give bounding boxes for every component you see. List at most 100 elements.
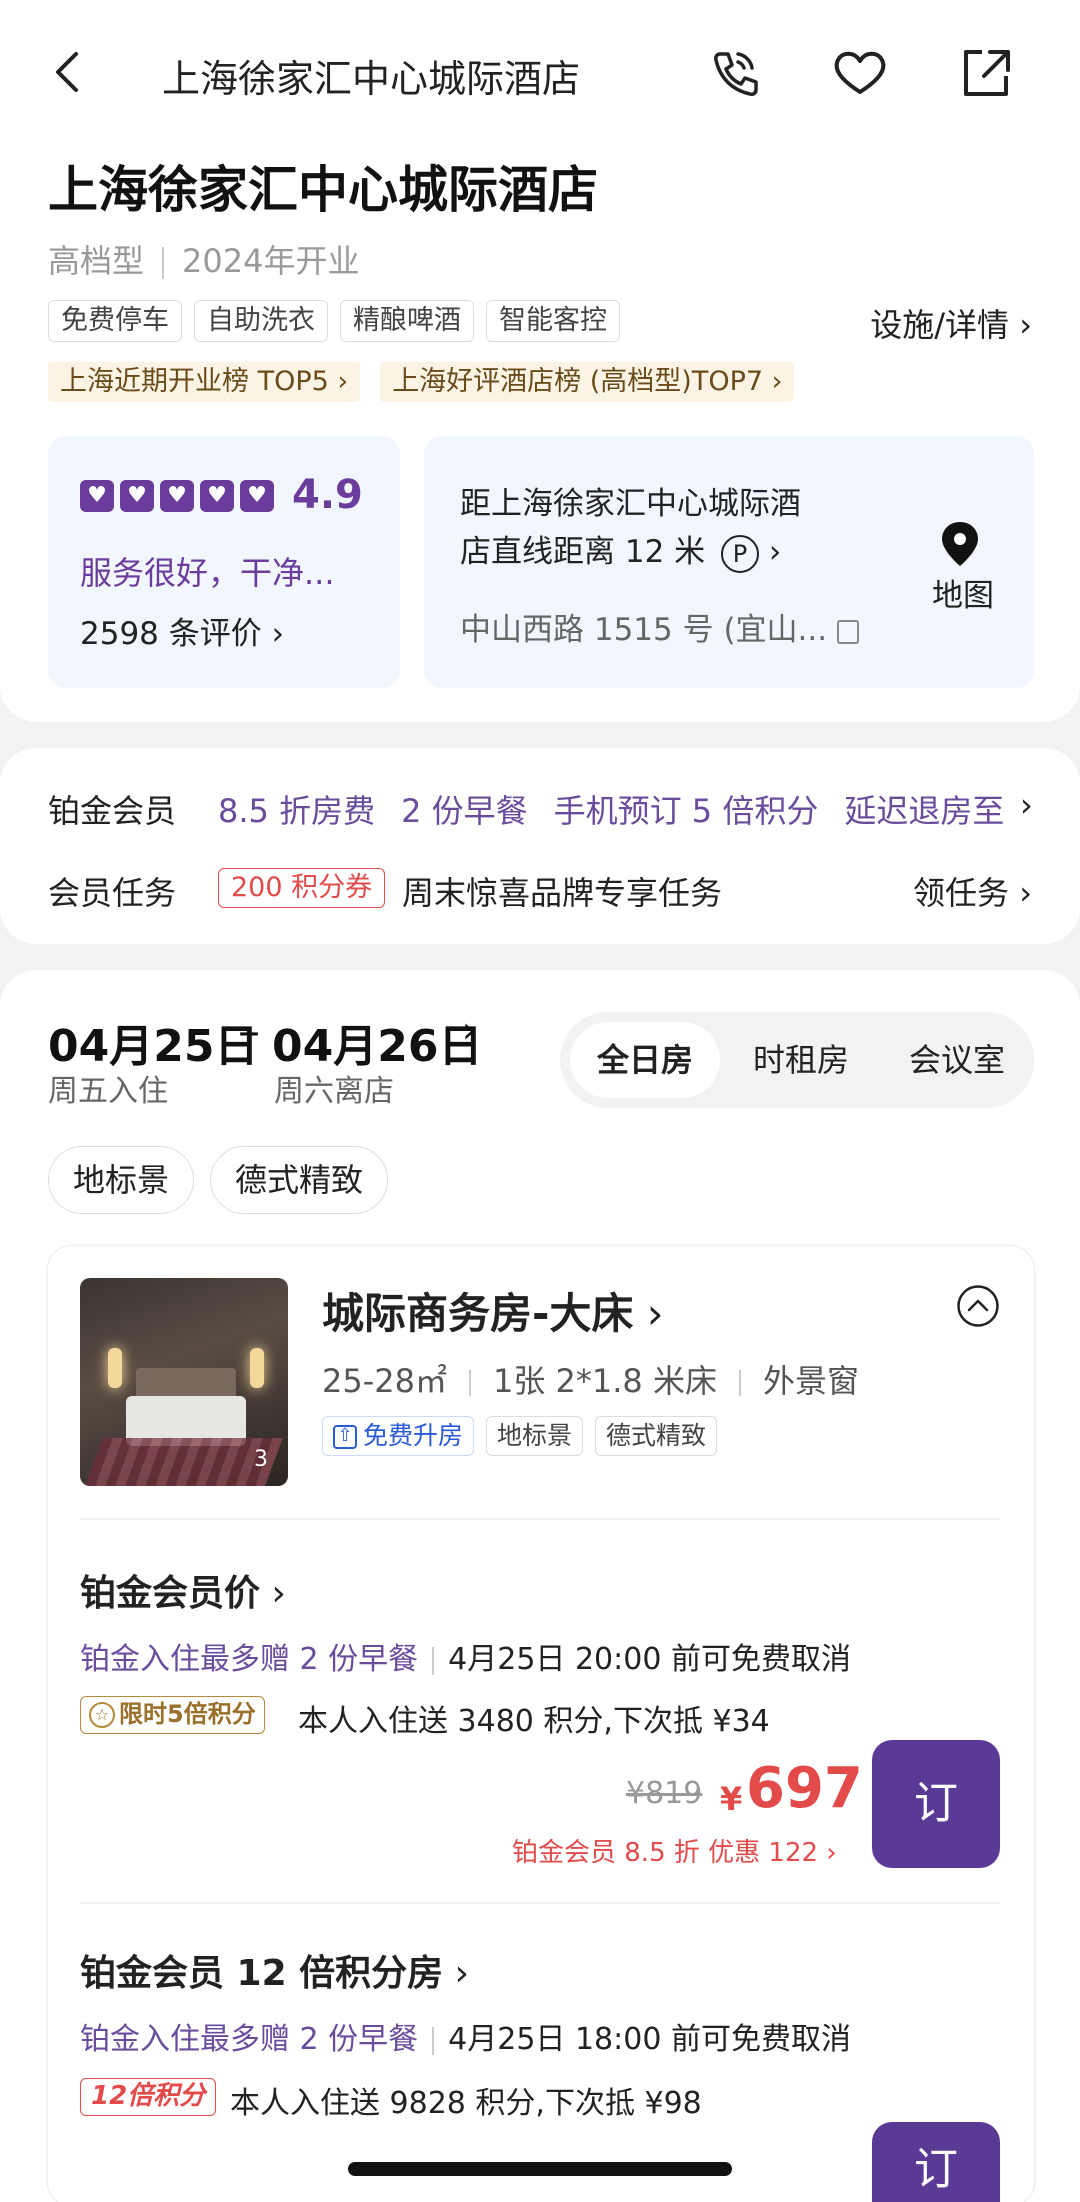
- checkout-day: 周六离店: [274, 1074, 394, 1109]
- filter-chip-landmark[interactable]: 地标景: [48, 1146, 195, 1214]
- facility-tag: 免费停车: [48, 300, 182, 342]
- chevron-right-icon[interactable]: ›: [462, 1010, 476, 1051]
- badge-label: 限时5倍积分: [119, 1700, 256, 1728]
- chevron-right-icon: ›: [763, 366, 783, 397]
- tab-meeting-room[interactable]: 会议室: [882, 1022, 1032, 1098]
- map-pin-icon[interactable]: [930, 516, 990, 576]
- chevron-right-icon: ›: [818, 1838, 837, 1868]
- chevron-right-icon[interactable]: ›: [1020, 786, 1033, 824]
- home-indicator[interactable]: [348, 2162, 732, 2176]
- claim-task-link[interactable]: 领任务 ›: [913, 868, 1032, 914]
- distance-line-2: 店直线距离 12 米: [460, 534, 706, 570]
- ranking-label: 上海近期开业榜 TOP5: [60, 366, 329, 397]
- room-specs: 25-28㎡ 1张 2*1.8 米床 外景窗: [322, 1356, 859, 1402]
- heart-icon: ♥: [240, 480, 274, 512]
- benefit-item: 8.5 折房费: [218, 792, 376, 830]
- points-reward-text: 本人入住送 9828 积分,下次抵 ¥98: [230, 2086, 702, 2121]
- chevron-right-icon: ›: [633, 1289, 664, 1338]
- share-icon[interactable]: [954, 40, 1018, 104]
- facility-details-link[interactable]: 设施/详情 ›: [870, 300, 1032, 346]
- points-reward-text: 本人入住送 3480 积分,下次抵 ¥34: [298, 1704, 770, 1739]
- room-name: 城际商务房-大床: [322, 1289, 634, 1338]
- upgrade-icon: ⇧: [333, 1425, 357, 1449]
- book-button[interactable]: 订: [872, 2122, 1000, 2202]
- divider: [162, 247, 165, 279]
- tab-hourly[interactable]: 时租房: [726, 1022, 876, 1098]
- copy-icon[interactable]: [836, 619, 859, 644]
- heart-icon: ♥: [80, 480, 114, 512]
- divider: [80, 1902, 1000, 1904]
- currency-symbol: ¥: [720, 1780, 743, 1818]
- chevron-right-icon: ›: [260, 1573, 286, 1614]
- rating-score: 4.9: [292, 472, 363, 518]
- facility-tags: 免费停车 自助洗衣 精酿啤酒 智能客控: [48, 300, 620, 342]
- review-count-link[interactable]: 2598 条评价 ›: [80, 608, 284, 653]
- chevron-right-icon: ›: [261, 616, 285, 652]
- hotel-opened: 2024年开业: [182, 242, 360, 280]
- divider: [432, 1646, 435, 1675]
- distance-line-1: 距上海徐家汇中心城际酒: [460, 486, 801, 522]
- benefit-item: 2 份早餐: [401, 792, 528, 830]
- ranking-label: 上海好评酒店榜 (高档型)TOP7: [392, 366, 764, 397]
- points-coupon-badge: 200 积分券: [218, 868, 386, 908]
- rate-plan-title[interactable]: 铂金会员 12 倍积分房 ›: [80, 1944, 469, 1996]
- location-box[interactable]: 距上海徐家汇中心城际酒 店直线距离 12 米 P › 中山西路 1515 号 (…: [424, 436, 1034, 688]
- ranking-badge[interactable]: 上海好评酒店榜 (高档型)TOP7 ›: [380, 362, 795, 402]
- room-window: 外景窗: [762, 1362, 859, 1400]
- date-dash: –: [238, 1006, 260, 1057]
- rate-policy: 铂金入住最多赠 2 份早餐 4月25日 20:00 前可免费取消: [80, 1634, 851, 1678]
- room-bed: 1张 2*1.8 米床: [493, 1362, 717, 1400]
- divider: [80, 1518, 1000, 1520]
- book-button[interactable]: 订: [872, 1740, 1000, 1868]
- divider: [738, 1370, 741, 1396]
- heart-icon[interactable]: [828, 40, 892, 104]
- heart-icon: ♥: [200, 480, 234, 512]
- benefit-item: 手机预订 5 倍积分: [553, 792, 819, 830]
- benefit-item: 延迟退房至: [844, 792, 1005, 830]
- facility-details-label: 设施/详情: [870, 306, 1010, 344]
- rating-summary: 服务很好，干净...: [80, 554, 335, 592]
- collapse-icon[interactable]: [956, 1284, 1000, 1328]
- ranking-badge[interactable]: 上海近期开业榜 TOP5 ›: [48, 362, 361, 402]
- address-text: 中山西路 1515 号 (宜山...: [460, 612, 828, 648]
- discount-info[interactable]: 铂金会员 8.5 折 优惠 122 ›: [512, 1832, 837, 1869]
- room-tags: ⇧ 免费升房 地标景 德式精致: [322, 1416, 718, 1456]
- room-name-link[interactable]: 城际商务房-大床 ›: [322, 1280, 664, 1341]
- chevron-right-icon: ›: [328, 366, 349, 397]
- review-count: 2598 条评价: [80, 616, 262, 652]
- member-card: [0, 748, 1080, 944]
- nav-title: 上海徐家汇中心城际酒店: [162, 57, 581, 101]
- checkin-day: 周五入住: [48, 1074, 168, 1109]
- rating-box[interactable]: ♥ ♥ ♥ ♥ ♥ 4.9 服务很好，干净... 2598 条评价 ›: [48, 436, 400, 688]
- map-label[interactable]: 地图: [932, 570, 994, 615]
- rate-plan-title[interactable]: 铂金会员价 ›: [80, 1564, 286, 1616]
- checkout-date[interactable]: 04月26日: [272, 1010, 482, 1074]
- room-tag-upgrade: ⇧ 免费升房: [322, 1416, 475, 1456]
- chevron-right-icon: ›: [443, 1953, 470, 1994]
- rate-plan-name: 铂金会员价: [80, 1573, 261, 1614]
- checkin-date[interactable]: 04月25日: [48, 1010, 258, 1074]
- cancel-policy: 4月25日 20:00 前可免费取消: [448, 1642, 851, 1677]
- tab-full-day[interactable]: 全日房: [570, 1022, 720, 1098]
- address[interactable]: 中山西路 1515 号 (宜山...: [460, 604, 859, 649]
- photo-count: 3: [254, 1447, 268, 1472]
- room-tag: 德式精致: [595, 1416, 718, 1456]
- heart-icon: ♥: [160, 480, 194, 512]
- member-benefits[interactable]: 8.5 折房费 2 份早餐 手机预订 5 倍积分 延迟退房至: [218, 786, 1026, 832]
- phone-icon[interactable]: [702, 40, 766, 104]
- parking-icon: P: [721, 535, 760, 573]
- room-photo[interactable]: 3: [80, 1278, 288, 1486]
- room-tag-label: 免费升房: [363, 1421, 464, 1450]
- room-type-switcher: 全日房 时租房 会议室: [560, 1012, 1034, 1108]
- filter-chip-german-style[interactable]: 德式精致: [210, 1146, 389, 1214]
- divider: [469, 1370, 471, 1396]
- back-arrow-icon[interactable]: [36, 40, 100, 104]
- rating-hearts: ♥ ♥ ♥ ♥ ♥: [80, 480, 274, 512]
- task-text: 周末惊喜品牌专享任务: [402, 874, 723, 912]
- claim-task-label: 领任务: [913, 874, 1010, 912]
- heart-icon: ♥: [120, 480, 154, 512]
- distance-text: 距上海徐家汇中心城际酒 店直线距离 12 米 P ›: [460, 480, 890, 576]
- points-multiplier-badge: ☆ 限时5倍积分: [80, 1696, 265, 1734]
- breakfast-info: 铂金入住最多赠 2 份早餐: [80, 2022, 419, 2057]
- chevron-right-icon: ›: [759, 534, 782, 570]
